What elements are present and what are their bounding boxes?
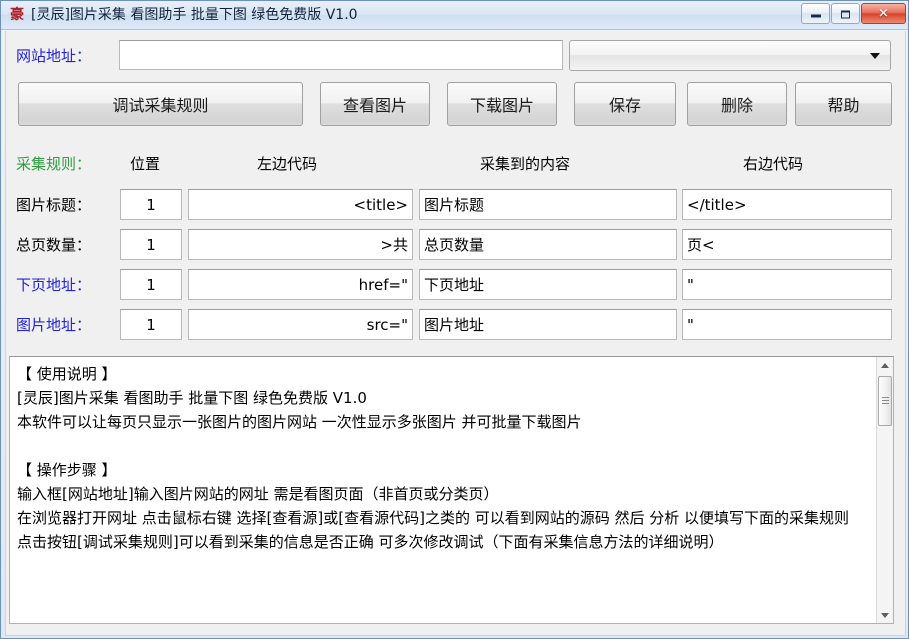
row-content-next-page-url[interactable]: 下页地址 [419, 269, 677, 300]
site-address-input[interactable] [119, 40, 563, 70]
window-title: [灵辰]图片采集 看图助手 批量下图 绿色免费版 V1.0 [31, 7, 358, 23]
triangle-down-icon [881, 612, 889, 618]
row-label-image-url: 图片地址： [16, 316, 92, 334]
app-window: 豪 [灵辰]图片采集 看图助手 批量下图 绿色免费版 V1.0 ✕ 网站地址： … [0, 0, 909, 639]
row-left-code-next-page-url[interactable]: href=" [188, 269, 413, 300]
triangle-up-icon [881, 362, 889, 368]
minimize-icon [802, 8, 829, 19]
row-label-total-pages: 总页数量： [16, 236, 92, 254]
title-bar: 豪 [灵辰]图片采集 看图助手 批量下图 绿色免费版 V1.0 ✕ [1, 1, 908, 30]
row-left-code-image-url[interactable]: src=" [188, 309, 413, 340]
maximize-button[interactable] [831, 3, 860, 24]
help-button[interactable]: 帮助 [795, 82, 892, 126]
row-right-code-image-url[interactable]: " [682, 309, 892, 340]
app-icon: 豪 [10, 7, 24, 23]
info-textarea[interactable]: 【 使用说明 】 [灵辰]图片采集 看图助手 批量下图 绿色免费版 V1.0 本… [9, 356, 894, 624]
row-right-code-next-page-url[interactable]: " [682, 269, 892, 300]
scroll-up-button[interactable] [877, 357, 893, 374]
delete-button[interactable]: 删除 [687, 82, 787, 126]
header-right-code: 右边代码 [743, 155, 804, 173]
save-button[interactable]: 保存 [574, 82, 676, 126]
chevron-down-icon [870, 52, 880, 59]
maximize-icon [832, 8, 859, 19]
view-images-button[interactable]: 查看图片 [320, 82, 430, 126]
row-position-next-page-url[interactable]: 1 [120, 269, 182, 300]
row-right-code-total-pages[interactable]: 页< [682, 229, 892, 260]
window-controls: ✕ [800, 3, 906, 25]
site-preset-combobox[interactable] [569, 40, 891, 71]
scroll-down-button[interactable] [877, 606, 893, 623]
scrollbar-thumb[interactable] [878, 376, 892, 426]
row-content-image-title[interactable]: 图片标题 [419, 189, 677, 220]
info-vertical-scrollbar[interactable] [876, 357, 893, 623]
row-content-total-pages[interactable]: 总页数量 [419, 229, 677, 260]
info-text-content: 【 使用说明 】 [灵辰]图片采集 看图助手 批量下图 绿色免费版 V1.0 本… [17, 365, 850, 551]
row-position-total-pages[interactable]: 1 [120, 229, 182, 260]
debug-rules-button[interactable]: 调试采集规则 [18, 82, 303, 126]
row-position-image-title[interactable]: 1 [120, 189, 182, 220]
header-left-code: 左边代码 [257, 155, 318, 173]
header-position: 位置 [130, 155, 161, 173]
row-label-next-page-url: 下页地址： [16, 276, 92, 294]
row-content-image-url[interactable]: 图片地址 [419, 309, 677, 340]
minimize-button[interactable] [801, 3, 830, 24]
row-left-code-total-pages[interactable]: >共 [188, 229, 413, 260]
download-images-button[interactable]: 下载图片 [447, 82, 557, 126]
site-address-label: 网站地址： [16, 47, 92, 65]
row-label-image-title: 图片标题： [16, 196, 92, 214]
row-right-code-image-title[interactable]: </title> [682, 189, 892, 220]
close-icon: ✕ [878, 6, 889, 21]
header-content: 采集到的内容 [480, 155, 571, 173]
close-button[interactable]: ✕ [861, 3, 906, 24]
row-left-code-image-title[interactable]: <title> [188, 189, 413, 220]
grip-icon [882, 397, 889, 405]
row-position-image-url[interactable]: 1 [120, 309, 182, 340]
rules-section-label: 采集规则： [16, 155, 92, 173]
